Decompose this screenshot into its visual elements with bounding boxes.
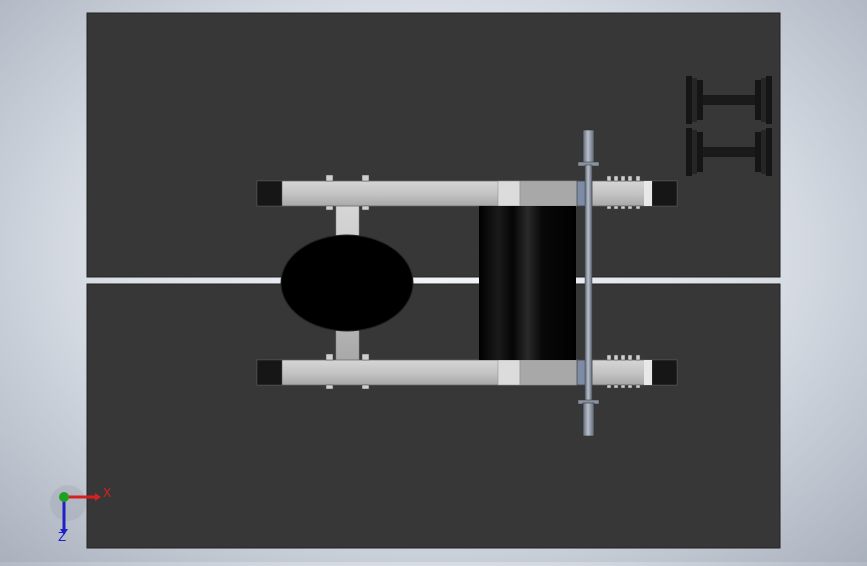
graphics-viewport[interactable]: X Z bbox=[0, 0, 867, 562]
floor-plate-bottom[interactable] bbox=[86, 283, 781, 549]
back-pad[interactable] bbox=[479, 206, 576, 360]
frame-rail-upper[interactable] bbox=[256, 180, 678, 207]
frame-rail-lower[interactable] bbox=[256, 359, 678, 386]
seat-pad[interactable] bbox=[280, 234, 414, 332]
z-axis-label: Z bbox=[58, 530, 66, 544]
x-axis-label: X bbox=[103, 486, 111, 500]
model-view[interactable]: X Z bbox=[0, 0, 867, 562]
floor-plate-top[interactable] bbox=[86, 12, 781, 278]
